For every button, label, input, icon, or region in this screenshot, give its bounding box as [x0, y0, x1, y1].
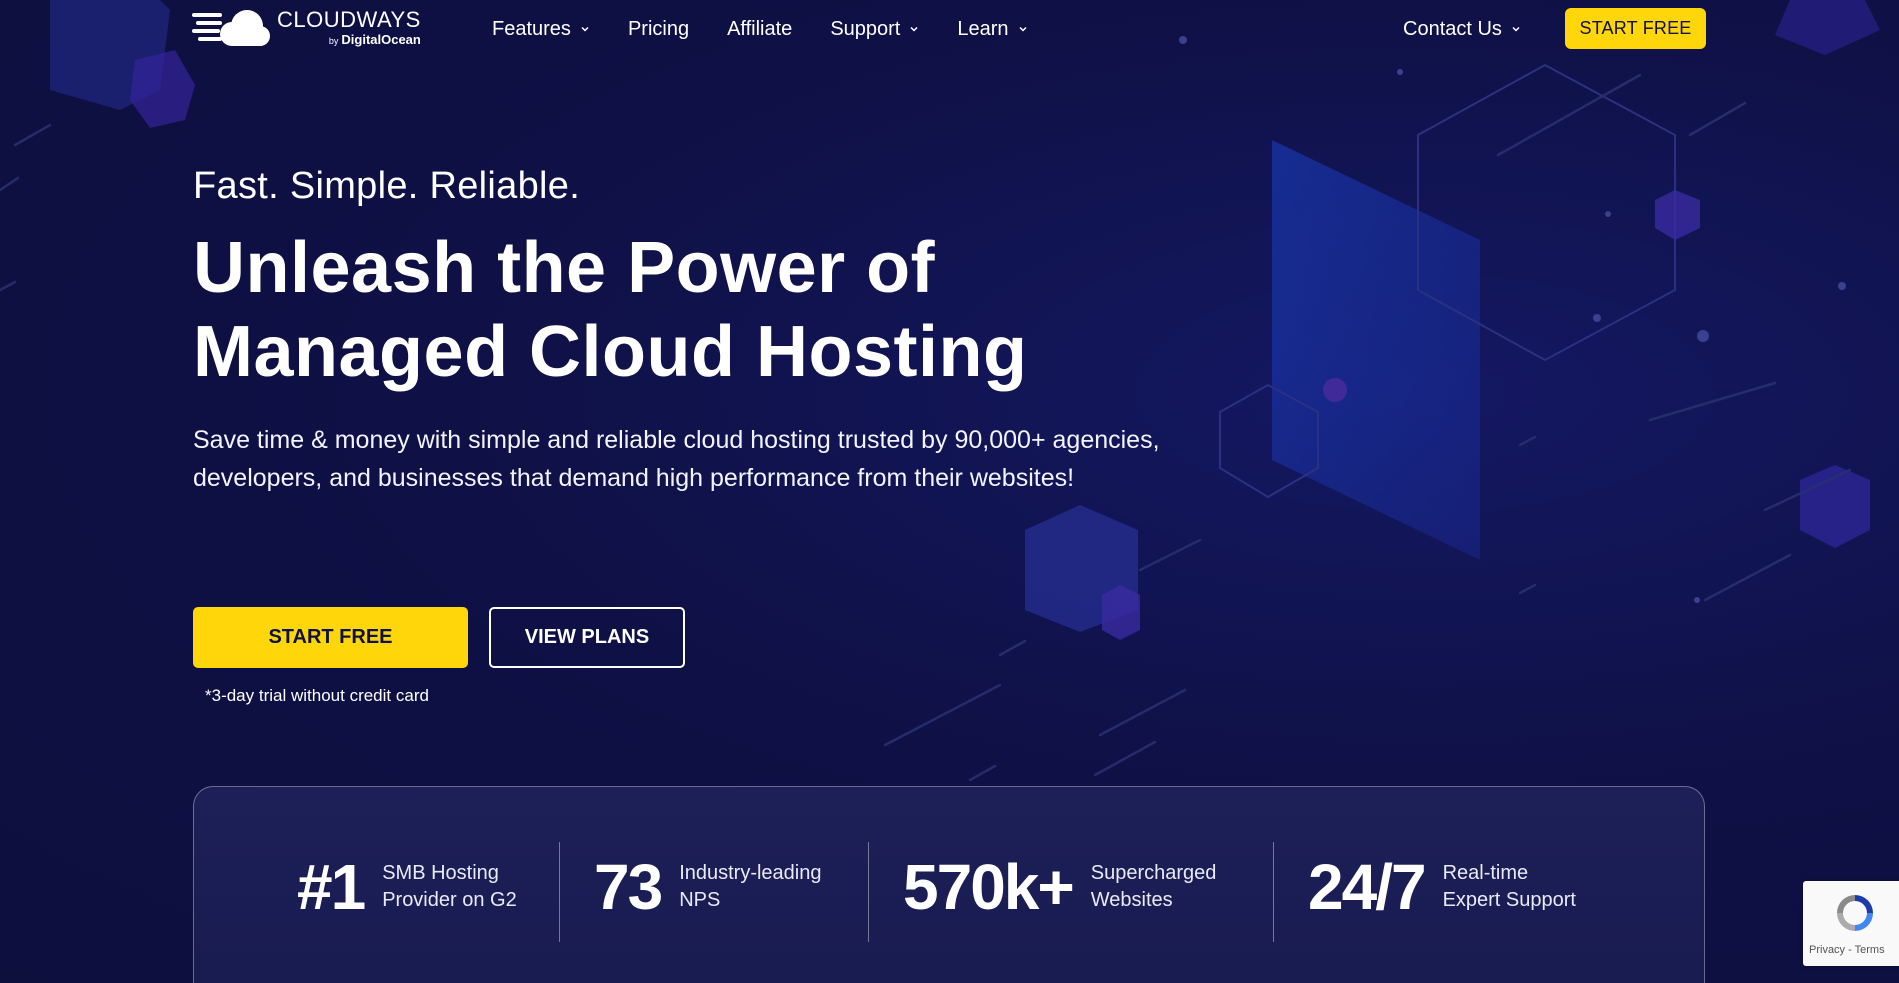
recaptcha-separator: - [1845, 944, 1855, 956]
nav-item-label: Affiliate [727, 17, 793, 40]
stat-divider [559, 842, 560, 942]
chevron-down-icon [1512, 26, 1520, 32]
stats-panel: #1 SMB Hosting Provider on G2 73 Industry… [193, 786, 1705, 983]
recaptcha-icon [1837, 895, 1873, 931]
stat-label-line: Expert Support [1442, 889, 1576, 911]
recaptcha-privacy-link[interactable]: Privacy [1809, 944, 1845, 956]
brand-parent-name: DigitalOcean [341, 31, 421, 47]
cloud-logo-icon [192, 4, 276, 50]
nav-item-label: Pricing [627, 17, 690, 40]
stat-label-line: NPS [679, 889, 721, 911]
brand-parent: by DigitalOcean [277, 33, 421, 46]
recaptcha-badge[interactable]: Privacy - Terms [1803, 881, 1899, 966]
stat-label-line: Industry-leading [679, 862, 822, 884]
headline-line-2: Managed Cloud Hosting [193, 312, 1028, 392]
top-navigation: CLOUDWAYS by DigitalOcean Features Pricin… [0, 0, 1899, 58]
stat-nps: 73 Industry-leading NPS [594, 842, 829, 932]
headline-line-1: Unleash the Power of [193, 228, 936, 308]
contact-us-label: Contact Us [1403, 17, 1502, 40]
nav-item-label: Learn [957, 17, 1009, 40]
trial-note: *3-day trial without credit card [205, 686, 429, 705]
brand-by: by [328, 35, 339, 46]
stat-label-line: Real-time [1442, 862, 1529, 884]
nav-item-features[interactable]: Features [492, 18, 590, 41]
stat-label: SMB Hosting Provider on G2 [382, 860, 532, 914]
stat-label: Real-time Expert Support [1443, 860, 1593, 914]
start-free-button[interactable]: START FREE [193, 607, 468, 668]
nav-item-label: Features [492, 17, 571, 40]
nav-contact-us[interactable]: Contact Us [1403, 14, 1521, 44]
recaptcha-links: Privacy - Terms [1809, 944, 1885, 956]
recaptcha-terms-link[interactable]: Terms [1855, 944, 1885, 956]
nav-item-label: Support [830, 17, 901, 40]
stat-label: Industry-leading NPS [679, 860, 829, 914]
stat-websites: 570k+ Supercharged Websites [903, 842, 1241, 932]
brand-name: CLOUDWAYS [277, 6, 421, 32]
stat-label-line: Websites [1090, 889, 1173, 911]
stat-value: 570k+ [903, 851, 1075, 923]
stat-rank: #1 SMB Hosting Provider on G2 [297, 842, 532, 932]
nav-item-pricing[interactable]: Pricing [628, 18, 689, 41]
chevron-down-icon [1019, 26, 1027, 32]
nav-links: Features Pricing Affiliate Support Learn [492, 14, 1066, 44]
hero-headline: Unleash the Power of Managed Cloud Hosti… [193, 226, 1143, 394]
cloudways-logo[interactable]: CLOUDWAYS by DigitalOcean [192, 4, 422, 50]
stat-label-line: Supercharged [1090, 862, 1217, 884]
stat-value: #1 [297, 851, 366, 923]
stat-label-line: Provider on G2 [382, 889, 517, 911]
hero-tagline: Fast. Simple. Reliable. [193, 165, 581, 207]
chevron-down-icon [581, 26, 589, 32]
stat-value: 24/7 [1308, 851, 1427, 923]
nav-start-free-button[interactable]: START FREE [1565, 8, 1706, 49]
hero-subtext: Save time & money with simple and reliab… [193, 426, 1160, 492]
nav-item-support[interactable]: Support [830, 18, 919, 41]
stat-divider [1273, 842, 1274, 942]
stat-support: 24/7 Real-time Expert Support [1308, 842, 1593, 932]
nav-item-affiliate[interactable]: Affiliate [727, 18, 792, 41]
page: CLOUDWAYS by DigitalOcean Features Pricin… [0, 0, 1899, 983]
stat-label: Supercharged Websites [1091, 860, 1241, 914]
stat-value: 73 [594, 851, 663, 923]
stat-divider [868, 842, 869, 942]
view-plans-button[interactable]: VIEW PLANS [489, 607, 685, 668]
stat-label-line: SMB Hosting [382, 862, 499, 884]
chevron-down-icon [910, 26, 918, 32]
nav-item-learn[interactable]: Learn [957, 18, 1027, 41]
